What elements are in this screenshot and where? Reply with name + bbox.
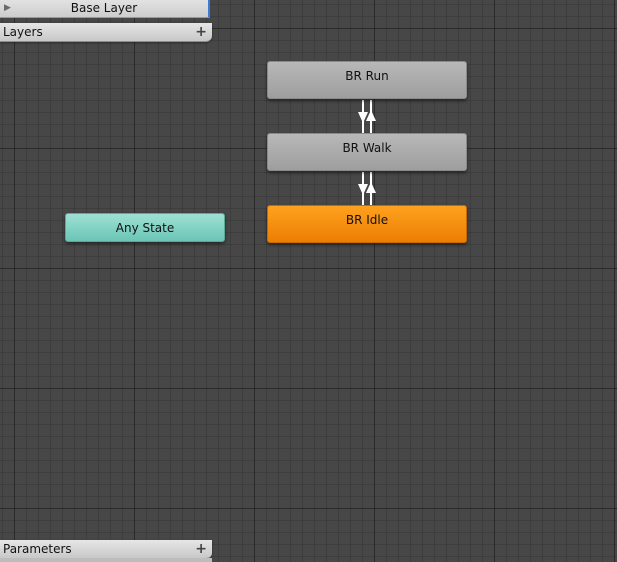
layers-header: Layers +	[0, 23, 212, 42]
state-any-state-label: Any State	[115, 221, 175, 235]
parameters-header-label: Parameters	[3, 542, 72, 556]
state-br-idle-label: BR Idle	[345, 213, 389, 227]
add-layer-plus-icon[interactable]: +	[195, 24, 207, 40]
layers-header-label: Layers	[3, 25, 43, 39]
transition-run-to-walk-arrow-icon	[358, 112, 368, 123]
transition-walk-to-idle-arrow-icon	[358, 184, 368, 195]
base-layer-label: Base Layer	[70, 1, 138, 15]
parameters-header: Parameters +	[0, 540, 212, 559]
transition-walk-to-run-arrow-icon	[366, 110, 376, 121]
animator-graph-canvas[interactable]: ▶ Base Layer Layers + BR Run BR Walk BR …	[0, 0, 617, 562]
parameters-panel-body	[0, 558, 212, 562]
state-br-idle[interactable]: BR Idle	[267, 205, 467, 243]
state-br-walk-label: BR Walk	[342, 141, 392, 155]
state-any-state[interactable]: Any State	[65, 213, 225, 242]
state-br-run[interactable]: BR Run	[267, 61, 467, 99]
base-layer-row[interactable]: ▶ Base Layer	[0, 0, 210, 18]
transition-idle-to-walk-arrow-icon	[366, 182, 376, 193]
add-parameter-plus-icon[interactable]: +	[195, 541, 207, 557]
state-br-walk[interactable]: BR Walk	[267, 133, 467, 171]
state-br-run-label: BR Run	[345, 69, 389, 83]
